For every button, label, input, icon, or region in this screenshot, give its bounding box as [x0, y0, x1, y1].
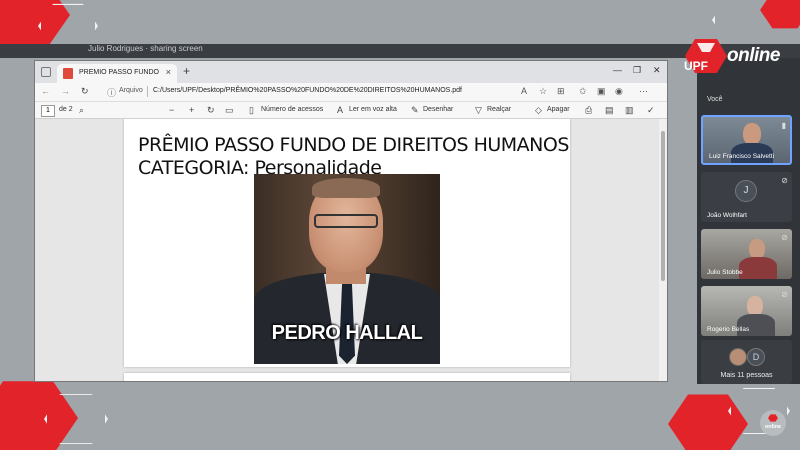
pdf-page-2 [124, 373, 570, 381]
mic-off-icon: ⊘ [781, 290, 788, 299]
address-scheme-label: Arquivo [119, 87, 143, 94]
collections-icon[interactable]: ▣ [597, 86, 606, 97]
address-separator [147, 86, 148, 97]
participant-video-head [749, 239, 765, 259]
participant-tile[interactable]: ⊘ Rogerio Bellas [701, 286, 792, 336]
meeting-title-strip: Julio Rodrigues · sharing screen [0, 44, 800, 58]
draw-button[interactable]: Desenhar [423, 106, 453, 113]
scrollbar[interactable] [659, 119, 667, 381]
participant-tile[interactable]: ⊘ Julio Stobbe [701, 229, 792, 279]
favorite-star-icon[interactable]: ☆ [539, 86, 547, 97]
more-participant-avatar-initial: D [747, 348, 765, 366]
forward-icon[interactable]: → [61, 86, 70, 96]
read-aloud-button[interactable]: Ler em voz alta [349, 106, 397, 113]
highlight-icon: ▽ [475, 105, 482, 115]
favorites-icon[interactable]: ✩ [579, 86, 587, 97]
read-aloud-icon: A [337, 105, 344, 115]
address-bar: ← → ↻ ⓘ Arquivo C:/Users/UPF/Desktop/PRÊ… [35, 83, 667, 101]
mic-off-icon: ⊘ [781, 176, 788, 185]
more-participant-avatar [729, 348, 747, 366]
mic-icon: ▮ [781, 121, 786, 130]
bottom-logo-text: online [764, 424, 782, 430]
save-as-icon[interactable]: ▥ [625, 105, 634, 116]
pdf-file-icon [63, 68, 73, 79]
tab-pdf[interactable]: PRÊMIO PASSO FUNDO DE DI... × [57, 64, 177, 83]
draw-icon: ✎ [411, 105, 419, 115]
participant-video-head [747, 296, 763, 316]
participant-avatar: J [735, 180, 757, 202]
logo-online-text: online [727, 45, 780, 66]
zoom-out-icon[interactable]: − [169, 105, 174, 115]
maximize-button[interactable]: ❐ [633, 65, 641, 76]
participant-name: Rogerio Bellas [707, 326, 750, 333]
extensions-icon[interactable]: ⊞ [557, 86, 565, 97]
pdf-page-1: PRÊMIO PASSO FUNDO DE DIREITOS HUMANOS C… [124, 119, 570, 367]
save-icon[interactable]: ▤ [605, 105, 614, 116]
participant-name: Julio Stobbe [707, 269, 743, 276]
close-window-button[interactable]: ✕ [653, 65, 661, 76]
logo-upf-text: UPF [684, 59, 708, 73]
bottom-upf-logo-icon: online [760, 410, 786, 436]
pin-toolbar-icon[interactable]: ✓ [647, 105, 655, 116]
tab-title: PRÊMIO PASSO FUNDO DE DI... [79, 69, 159, 76]
you-section-label: Você [707, 96, 723, 103]
meeting-title-text: Julio Rodrigues · sharing screen [88, 44, 203, 53]
back-icon[interactable]: ← [41, 86, 50, 96]
erase-button[interactable]: Apagar [547, 106, 570, 113]
mic-off-icon: ⊘ [781, 233, 788, 242]
page-number-input[interactable]: 1 [41, 105, 55, 117]
refresh-icon[interactable]: ↻ [81, 86, 89, 97]
document-title-line-1: PRÊMIO PASSO FUNDO DE DIREITOS HUMANOS [138, 134, 569, 156]
tab-actions-icon[interactable] [41, 67, 51, 77]
tab-bar: PRÊMIO PASSO FUNDO DE DI... × + — ❐ ✕ [35, 61, 667, 83]
participant-name: João Wolhfart [707, 212, 747, 219]
print-icon[interactable]: ⎙ [585, 105, 592, 116]
participant-video-head [743, 123, 761, 145]
photo-hair [312, 178, 380, 198]
more-participants-label: Mais 11 pessoas [720, 372, 773, 379]
pdf-toolbar: 1 de 2 ⌕ − + ↻ ▭ ▯ Número de acessos A L… [35, 101, 667, 119]
minimize-button[interactable]: — [613, 65, 622, 75]
more-participants[interactable]: D Mais 11 pessoas [701, 340, 792, 384]
portrait-photo: PEDRO HALLAL [254, 174, 440, 364]
eraser-icon: ◇ [535, 105, 542, 115]
more-menu-icon[interactable]: ⋯ [639, 86, 648, 97]
scroll-thumb[interactable] [661, 131, 665, 281]
pdf-viewport[interactable]: PRÊMIO PASSO FUNDO DE DIREITOS HUMANOS C… [35, 119, 667, 381]
bottom-logo-mark [768, 414, 778, 422]
rotate-icon[interactable]: ↻ [207, 105, 215, 116]
zoom-in-icon[interactable]: + [189, 105, 194, 115]
participant-video-body [739, 257, 777, 279]
url-field[interactable]: C:/Users/UPF/Desktop/PRÊMIO%20PASSO%20FU… [153, 87, 462, 94]
new-tab-button[interactable]: + [183, 64, 190, 78]
info-icon[interactable]: ⓘ [107, 86, 116, 99]
participant-tile[interactable]: J ⊘ João Wolhfart [701, 172, 792, 222]
browser-window: PRÊMIO PASSO FUNDO DE DI... × + — ❐ ✕ ← … [34, 60, 668, 382]
search-icon[interactable]: ⌕ [79, 105, 84, 116]
profile-icon[interactable]: ◉ [615, 86, 623, 97]
page-view-icon[interactable]: ▭ [225, 105, 234, 116]
access-icon: ▯ [249, 105, 254, 115]
photo-caption: PEDRO HALLAL [271, 322, 423, 344]
participant-name: Luiz Francisco Salvetti [709, 153, 775, 160]
page-total: de 2 [59, 106, 73, 113]
read-mode-icon[interactable]: A [521, 86, 527, 96]
highlight-button[interactable]: Realçar [487, 106, 511, 113]
photo-glasses [314, 214, 378, 228]
close-tab-icon[interactable]: × [166, 67, 171, 77]
participant-tile[interactable]: ▮ Luiz Francisco Salvetti [701, 115, 792, 165]
access-count-button[interactable]: Número de acessos [261, 106, 323, 113]
